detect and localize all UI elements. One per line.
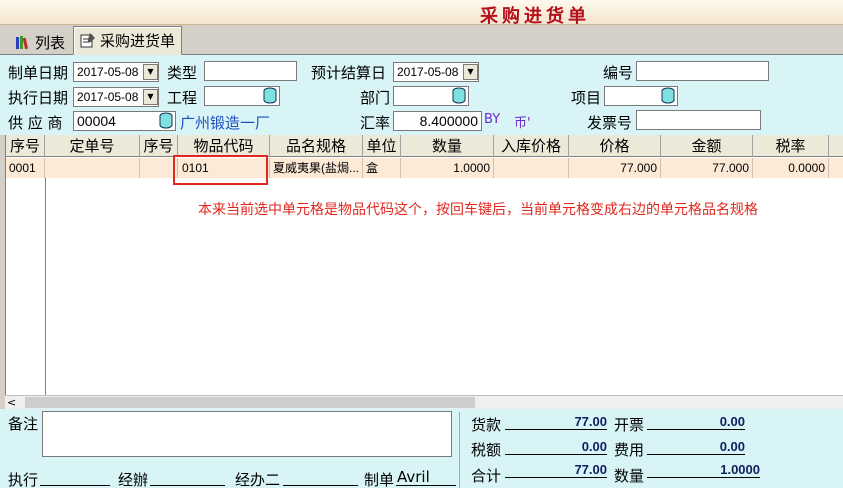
exec-date-label: 执行日期 xyxy=(8,89,69,107)
memo-textarea[interactable] xyxy=(42,411,452,457)
tab-list-label: 列表 xyxy=(35,34,66,52)
col-header-qty[interactable]: 数量 xyxy=(401,135,494,157)
rate-label: 汇率 xyxy=(360,114,391,132)
scrollbar-thumb[interactable] xyxy=(25,397,475,408)
col-header-in-price[interactable]: 入库价格 xyxy=(494,135,569,157)
col-header-seq[interactable]: 序号 xyxy=(6,135,45,157)
col-header-spec[interactable]: 品名规格 xyxy=(270,135,363,157)
detail-grid: 序号 定单号 序号 物品代码 品名规格 单位 数量 入库价格 价格 金额 税率 … xyxy=(5,135,843,395)
currency-code: BY xyxy=(484,112,501,127)
type-label: 类型 xyxy=(167,64,198,82)
col-header-price[interactable]: 价格 xyxy=(569,135,661,157)
number-field[interactable] xyxy=(636,61,769,81)
make-date-label: 制单日期 xyxy=(8,64,69,82)
tax-value: 0.00 xyxy=(505,439,607,455)
footer-separator xyxy=(459,412,460,488)
total-label: 合计 xyxy=(471,467,502,485)
total-value: 77.00 xyxy=(505,462,607,478)
maker-label: 制单 xyxy=(364,471,395,488)
maker-underline xyxy=(396,485,456,486)
annotation-note: 本来当前选中单元格是物品代码这个，按回车键后，当前单元格变成右边的单元格品名规格 xyxy=(198,202,758,218)
cell-in-price[interactable] xyxy=(494,158,569,178)
type-field[interactable] xyxy=(204,61,297,81)
tab-bar: 列表 采购进货单 xyxy=(0,25,843,55)
rate-field[interactable]: 8.400000 xyxy=(393,111,482,131)
tab-purchase-receipt[interactable]: 采购进货单 xyxy=(73,26,183,55)
footer-panel: 备注 执行 经辦 经办二 制单 Avril 货款 77.00 开票 0.00 税… xyxy=(0,409,843,488)
cell-qty[interactable]: 1.0000 xyxy=(401,158,494,178)
scroll-left-icon[interactable]: < xyxy=(7,396,16,409)
cell-price[interactable]: 77.000 xyxy=(569,158,661,178)
invoice-total-value: 0.00 xyxy=(647,414,745,430)
table-row[interactable]: 0001 0101 夏威夷果(盐焗... 盒 1.0000 77.000 77.… xyxy=(6,158,843,178)
col-header-seq2[interactable]: 序号 xyxy=(140,135,178,157)
qty-total-value: 1.0000 xyxy=(647,462,760,478)
handler-underline xyxy=(150,485,225,486)
memo-label: 备注 xyxy=(8,415,39,433)
invoice-label: 发票号 xyxy=(587,114,633,132)
invoice-total-label: 开票 xyxy=(614,416,645,434)
tab-list[interactable]: 列表 xyxy=(8,28,72,55)
database-lookup-icon[interactable] xyxy=(158,112,174,129)
col-header-amount[interactable]: 金额 xyxy=(661,135,753,157)
horizontal-scrollbar[interactable]: < xyxy=(5,395,843,409)
maker-value: Avril xyxy=(397,468,430,486)
handler2-label: 经办二 xyxy=(235,471,281,488)
col-header-item-code[interactable]: 物品代码 xyxy=(178,135,270,157)
cell-tax[interactable]: 0.0000 xyxy=(753,158,829,178)
handler2-underline xyxy=(283,485,358,486)
goods-label: 货款 xyxy=(471,416,502,434)
project-work-label: 工程 xyxy=(167,89,198,107)
item-label: 项目 xyxy=(571,89,602,107)
dept-label: 部门 xyxy=(360,89,391,107)
exec-date-dropdown-icon[interactable]: ▼ xyxy=(143,89,158,105)
cell-amount[interactable]: 77.000 xyxy=(661,158,753,178)
tax-label: 税额 xyxy=(471,441,502,459)
cell-spec[interactable]: 夏威夷果(盐焗... xyxy=(270,158,363,178)
col-header-order-no[interactable]: 定单号 xyxy=(45,135,140,157)
database-lookup-icon[interactable] xyxy=(451,87,467,104)
tab-purchase-receipt-label: 采购进货单 xyxy=(100,32,176,50)
goods-value: 77.00 xyxy=(505,414,607,430)
database-lookup-icon[interactable] xyxy=(262,87,278,104)
handler-label: 经辦 xyxy=(118,471,149,488)
form-edit-icon xyxy=(80,33,95,48)
books-icon xyxy=(16,36,28,50)
col-header-unit[interactable]: 单位 xyxy=(363,135,401,157)
currency-name: 币' xyxy=(514,116,531,131)
grid-header: 序号 定单号 序号 物品代码 品名规格 单位 数量 入库价格 价格 金额 税率 xyxy=(6,135,843,157)
header-form: 制单日期 2017-05-08 ▼ 类型 预计结算日 2017-05-08 ▼ … xyxy=(0,55,843,135)
column-divider xyxy=(45,178,46,395)
make-date-dropdown-icon[interactable]: ▼ xyxy=(143,64,158,80)
fee-value: 0.00 xyxy=(647,439,745,455)
annotation-highlight-box xyxy=(173,155,268,185)
cell-order-no[interactable] xyxy=(45,158,140,178)
supplier-name: 广州锻造一厂 xyxy=(180,114,271,132)
database-lookup-icon[interactable] xyxy=(660,87,676,104)
settle-date-dropdown-icon[interactable]: ▼ xyxy=(463,64,478,80)
fee-label: 费用 xyxy=(614,441,645,459)
col-header-tax[interactable]: 税率 xyxy=(753,135,829,157)
supplier-label: 供 应 商 xyxy=(8,114,63,132)
qty-total-label: 数量 xyxy=(614,467,645,485)
cell-unit[interactable]: 盒 xyxy=(363,158,401,178)
number-label: 编号 xyxy=(603,64,634,82)
exec-label: 执行 xyxy=(8,471,39,488)
settle-date-label: 预计结算日 xyxy=(311,64,387,82)
invoice-field[interactable] xyxy=(636,110,761,130)
cell-seq[interactable]: 0001 xyxy=(6,158,45,178)
exec-underline xyxy=(40,485,110,486)
window-title-bar: 采购进货单 xyxy=(0,0,843,27)
